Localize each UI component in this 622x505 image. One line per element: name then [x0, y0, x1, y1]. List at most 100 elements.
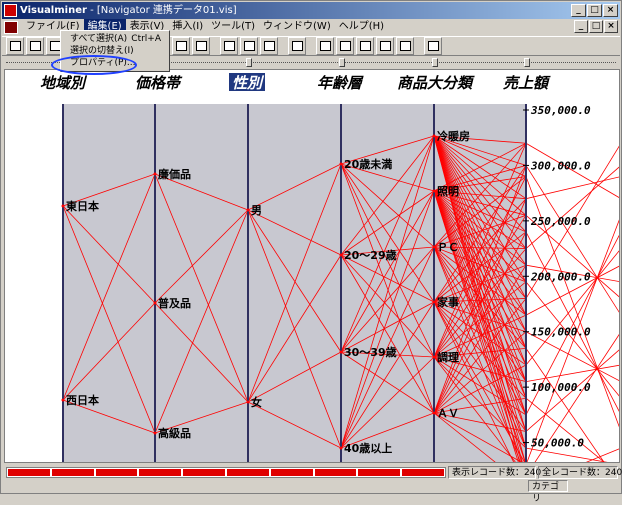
axis-slider-thumb[interactable]: [524, 58, 530, 67]
progress-segment: [139, 469, 182, 476]
axis-title: 地域別: [40, 74, 88, 92]
category-label: 女: [251, 395, 262, 409]
menu-window[interactable]: ウィンドウ(W): [259, 19, 335, 35]
toolbar-table-icon[interactable]: [192, 37, 210, 55]
toolbar-brush-icon[interactable]: [356, 37, 374, 55]
category-label: ＡＶ: [437, 407, 459, 420]
category-marker: [432, 189, 436, 193]
sales-tick-label: 150,000.0: [531, 326, 591, 339]
progress-segment: [358, 469, 401, 476]
toolbar-zoom-in-icon[interactable]: [220, 37, 238, 55]
category-marker: [61, 204, 65, 208]
category-marker: [339, 253, 343, 257]
sales-tick-label: 250,000.0: [530, 215, 591, 228]
category-marker: [153, 172, 157, 176]
data-line: [525, 166, 619, 249]
progress-segment: [402, 469, 444, 476]
category-label: 東日本: [66, 199, 99, 213]
toolbar-grid-icon[interactable]: [172, 37, 190, 55]
toolbar-split-icon[interactable]: [336, 37, 354, 55]
axis-slider-thumb[interactable]: [432, 58, 438, 67]
doc-close-button[interactable]: ×: [604, 20, 618, 33]
axis-title: 性別: [232, 74, 265, 92]
data-line: [525, 250, 619, 366]
sales-tick-label: 50,000.0: [531, 437, 584, 450]
category-label: 照明: [437, 185, 459, 198]
sales-tick-label: 200,000.0: [530, 270, 591, 283]
menu-insert[interactable]: 挿入(I): [168, 19, 207, 35]
toolbar-open-icon[interactable]: [26, 37, 44, 55]
progress-segment: [8, 469, 50, 476]
axis-panel: [155, 104, 248, 462]
app-window: Visualminer - [Navigator 連携データ01.vis] _ …: [0, 0, 622, 504]
toolbar-paint-icon[interactable]: [376, 37, 394, 55]
category-label: 廉価品: [158, 167, 191, 181]
category-marker: [432, 411, 436, 415]
toolbar-help-icon[interactable]: [424, 37, 442, 55]
axis-title: 売上額: [503, 74, 551, 92]
document-title: - [Navigator 連携データ01.vis]: [86, 5, 237, 16]
doc-minimize-button[interactable]: _: [574, 20, 588, 33]
toolbar-zoom-out-icon[interactable]: [240, 37, 258, 55]
category-label: 40歳以上: [344, 441, 392, 455]
document-icon[interactable]: [4, 20, 18, 34]
toolbar-filter-icon[interactable]: [316, 37, 334, 55]
parallel-plot[interactable]: 地域別 価格帯 性別 年齢層 商品大分類 売上額東日本西日本 廉価品普及品高級品 男女 20歳未…: [4, 69, 620, 463]
category-marker: [61, 398, 65, 402]
progress-segment: [51, 469, 94, 476]
axis-panel: [63, 104, 155, 462]
total-records: 全レコード数：240: [538, 466, 622, 479]
progress-segment: [226, 469, 269, 476]
sales-tick-label: 350,000.0: [530, 104, 591, 117]
axis-title: 商品大分類: [397, 74, 475, 92]
category-label: 西日本: [66, 393, 99, 407]
category-label: 調理: [437, 350, 459, 364]
title-bar[interactable]: Visualminer - [Navigator 連携データ01.vis] _ …: [2, 2, 620, 19]
minimize-button[interactable]: _: [571, 4, 586, 17]
parallel-coordinates-chart[interactable]: 地域別 価格帯 性別 年齢層 商品大分類 売上額東日本西日本 廉価品普及品高級品 男女 20歳未…: [5, 70, 620, 463]
menu-item-select-all[interactable]: すべて選択(A) Ctrl+A: [61, 33, 169, 45]
maximize-button[interactable]: □: [587, 4, 602, 17]
category-label: 家事: [437, 295, 459, 309]
highlight-ellipse: [51, 55, 137, 75]
axis-title: 価格帯: [135, 74, 183, 92]
doc-restore-button[interactable]: □: [589, 20, 603, 33]
toolbar-zoom-fit-icon[interactable]: [260, 37, 278, 55]
category-label: 20～29歳: [344, 248, 397, 262]
category-marker: [153, 301, 157, 305]
close-button[interactable]: ×: [603, 4, 618, 17]
data-line: [525, 397, 605, 462]
toolbar-image-icon[interactable]: [396, 37, 414, 55]
toolbar-parallel-icon[interactable]: [288, 37, 306, 55]
category-label: 普及品: [158, 296, 191, 310]
status-bar: 表示レコード数：240 全レコード数：240 カテゴリ: [2, 465, 622, 504]
category-label: 30～39歳: [344, 345, 397, 359]
category-indicator: カテゴリ: [528, 480, 568, 504]
axis-title: 年齢層: [317, 74, 364, 92]
menu-help[interactable]: ヘルプ(H): [335, 19, 388, 35]
app-icon[interactable]: [4, 4, 17, 17]
category-label: 冷暖房: [437, 129, 470, 143]
category-marker: [339, 446, 343, 450]
category-marker: [153, 431, 157, 435]
progress-segment: [314, 469, 357, 476]
sales-tick-label: 300,000.0: [530, 159, 591, 172]
category-marker: [246, 400, 250, 404]
data-line: [525, 447, 608, 462]
displayed-records: 表示レコード数：240: [448, 466, 541, 479]
category-label: 20歳未満: [344, 157, 392, 171]
category-label: 高級品: [158, 426, 191, 440]
category-marker: [432, 355, 436, 359]
sales-tick-label: 100,000.0: [531, 381, 591, 394]
progress-segment: [270, 469, 313, 476]
progress-bar: [6, 467, 446, 478]
category-marker: [246, 208, 250, 212]
toolbar-print-icon[interactable]: [6, 37, 24, 55]
axis-slider-thumb[interactable]: [339, 58, 345, 67]
menu-tools[interactable]: ツール(T): [207, 19, 259, 35]
progress-segment: [95, 469, 138, 476]
axis-slider-thumb[interactable]: [246, 58, 252, 67]
category-label: 男: [251, 204, 262, 217]
category-marker: [432, 300, 436, 304]
category-marker: [339, 162, 343, 166]
